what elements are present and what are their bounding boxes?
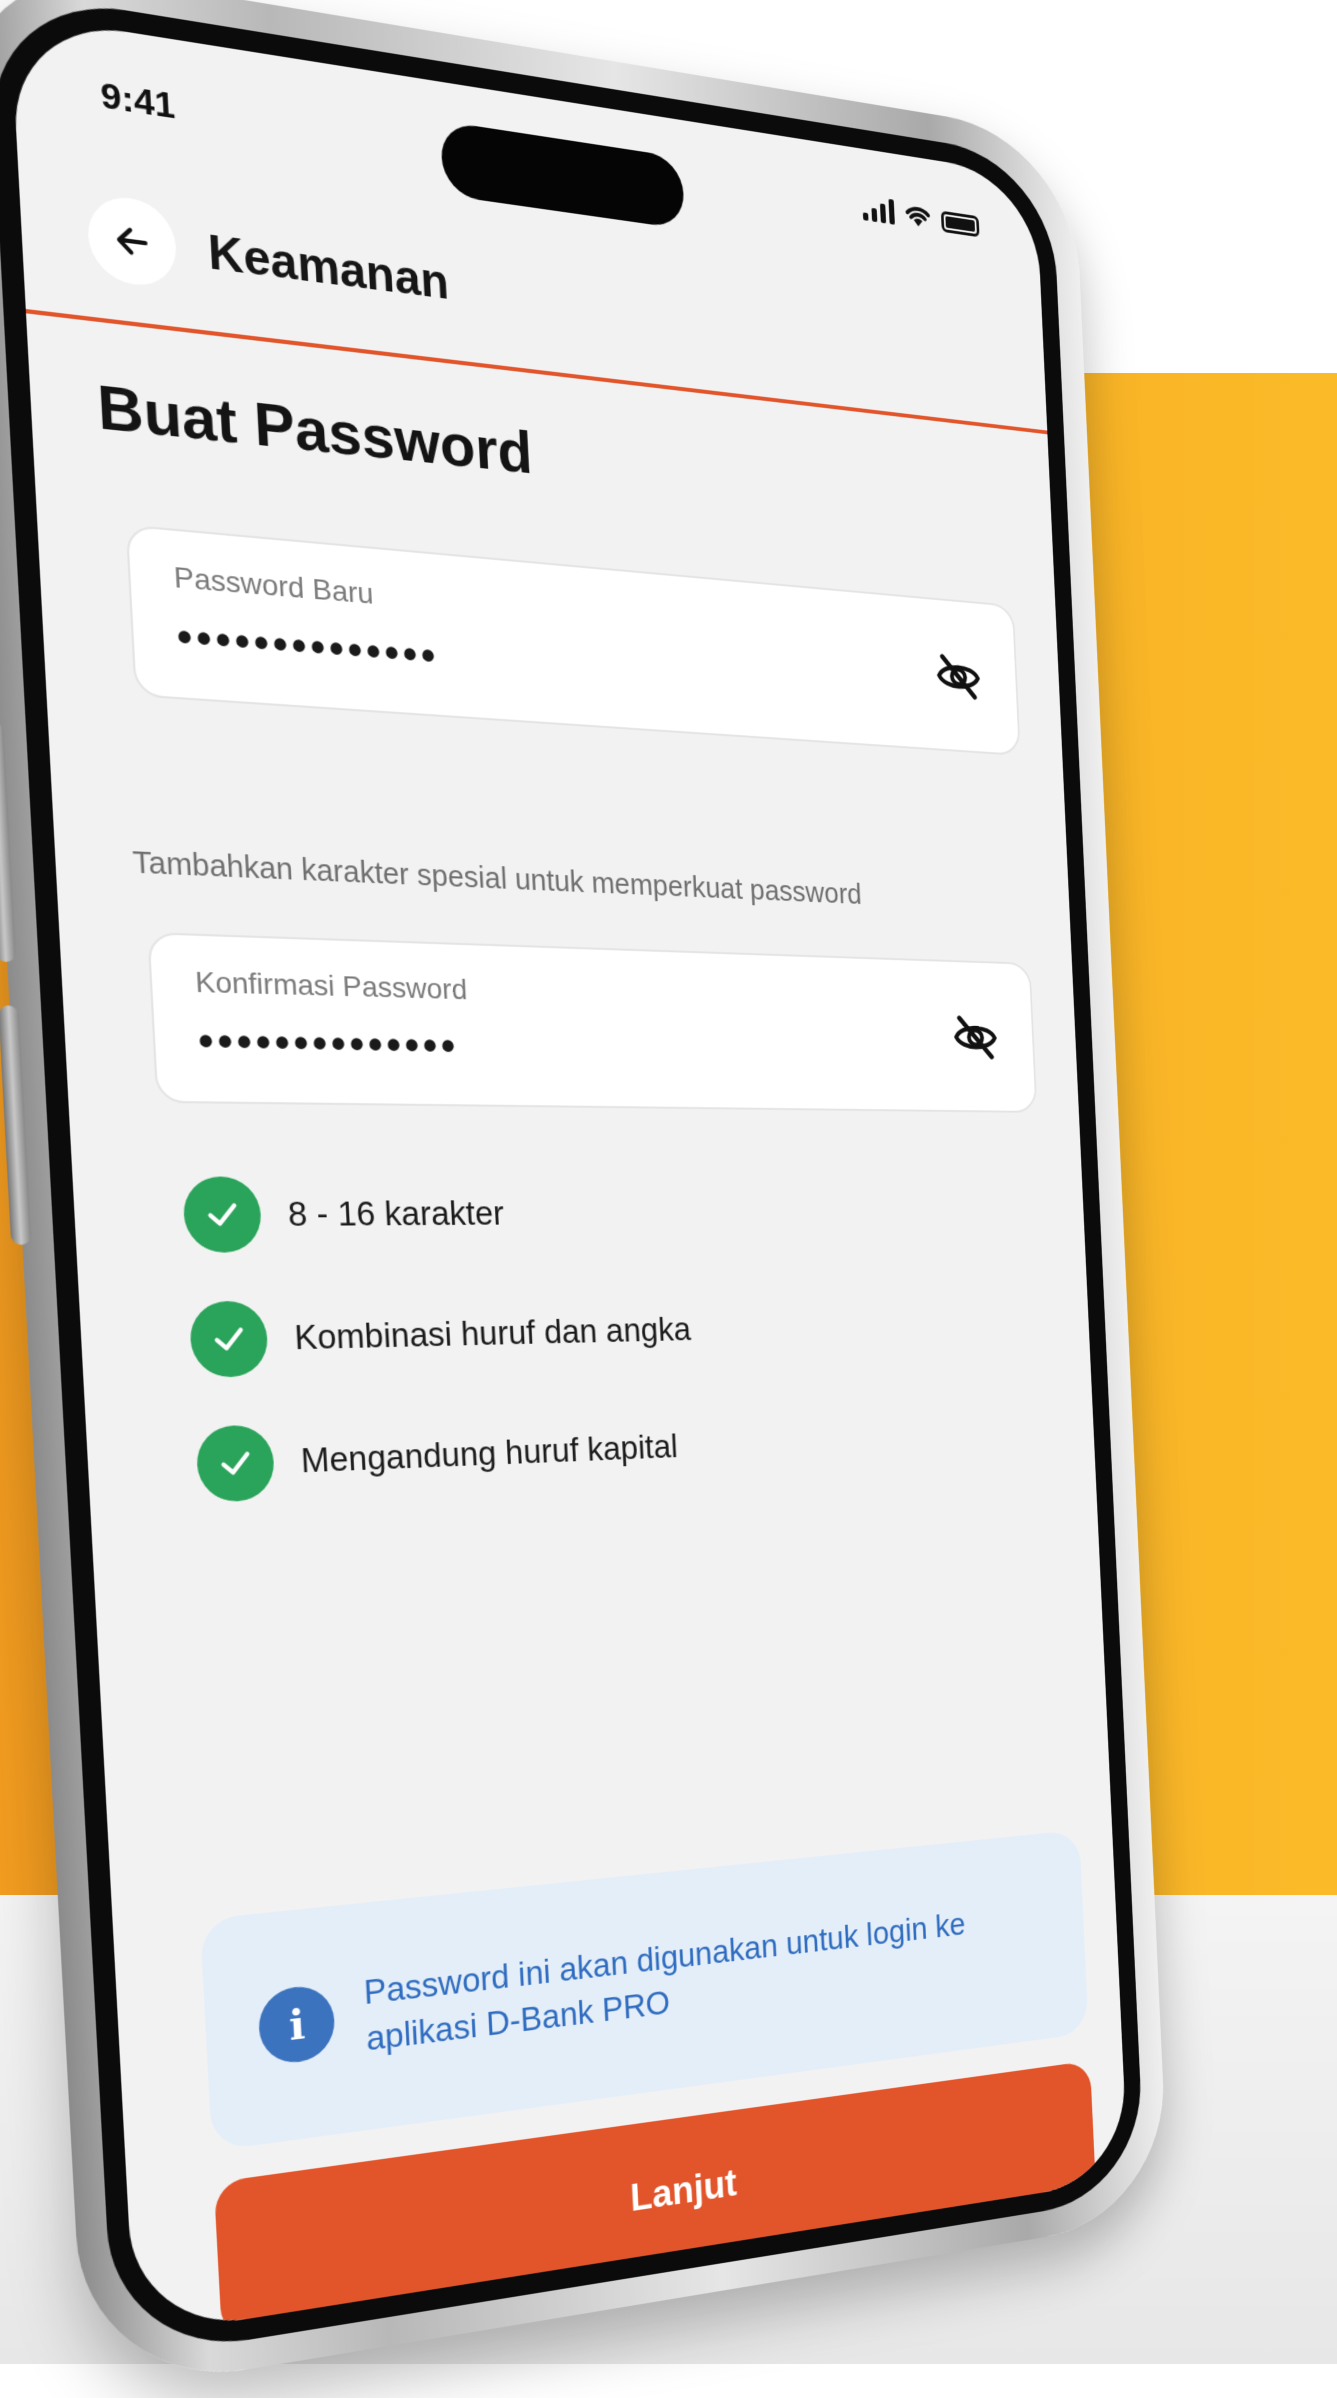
arrow-left-icon — [112, 219, 153, 263]
check-circle-icon — [195, 1424, 276, 1503]
new-password-value: •••••••••••••• — [175, 613, 441, 680]
check-circle-icon — [181, 1176, 263, 1253]
continue-button-label: Lanjut — [629, 2162, 738, 2220]
battery-icon — [940, 210, 980, 238]
rule-item: Kombinasi huruf dan angka — [188, 1285, 693, 1388]
new-password-label: Password Baru — [172, 560, 375, 611]
phone-screen: 9:41 Keamanan Buat Password Password Bar… — [9, 13, 1129, 2337]
app-header: Keamanan — [86, 187, 996, 396]
info-icon: i — [257, 1982, 337, 2067]
rule-text: Mengandung huruf kapital — [299, 1427, 679, 1480]
page-title: Buat Password — [95, 372, 534, 487]
phone-device: 9:41 Keamanan Buat Password Password Bar… — [0, 0, 1170, 2397]
signal-icon — [862, 195, 895, 225]
phone-mockup: 9:41 Keamanan Buat Password Password Bar… — [0, 0, 1337, 2397]
check-circle-icon — [188, 1300, 270, 1379]
status-icons — [862, 195, 980, 238]
confirm-password-value: •••••••••••••• — [197, 1018, 461, 1070]
status-time: 9:41 — [99, 74, 176, 127]
rule-item: Mengandung huruf kapital — [195, 1401, 699, 1512]
back-button[interactable] — [86, 192, 179, 290]
dynamic-island — [439, 120, 686, 230]
info-text: Password ini akan digunakan untuk login … — [362, 1906, 967, 2058]
rule-item: 8 - 16 karakter — [181, 1167, 687, 1263]
rule-text: 8 - 16 karakter — [286, 1194, 505, 1234]
eye-off-icon[interactable] — [934, 649, 983, 704]
rule-text: Kombinasi huruf dan angka — [293, 1310, 692, 1357]
confirm-password-label: Konfirmasi Password — [194, 965, 468, 1006]
wifi-icon — [902, 201, 933, 230]
confirm-password-field[interactable]: Konfirmasi Password •••••••••••••• — [147, 931, 1038, 1113]
new-password-field[interactable]: Password Baru •••••••••••••• — [125, 524, 1021, 756]
eye-off-icon[interactable] — [951, 1011, 1000, 1063]
password-hint: Tambahkan karakter spesial untuk memperk… — [131, 845, 863, 911]
header-title: Keamanan — [206, 223, 451, 310]
password-rules: 8 - 16 karakter Kombinasi huruf dan angk… — [181, 1167, 700, 1542]
